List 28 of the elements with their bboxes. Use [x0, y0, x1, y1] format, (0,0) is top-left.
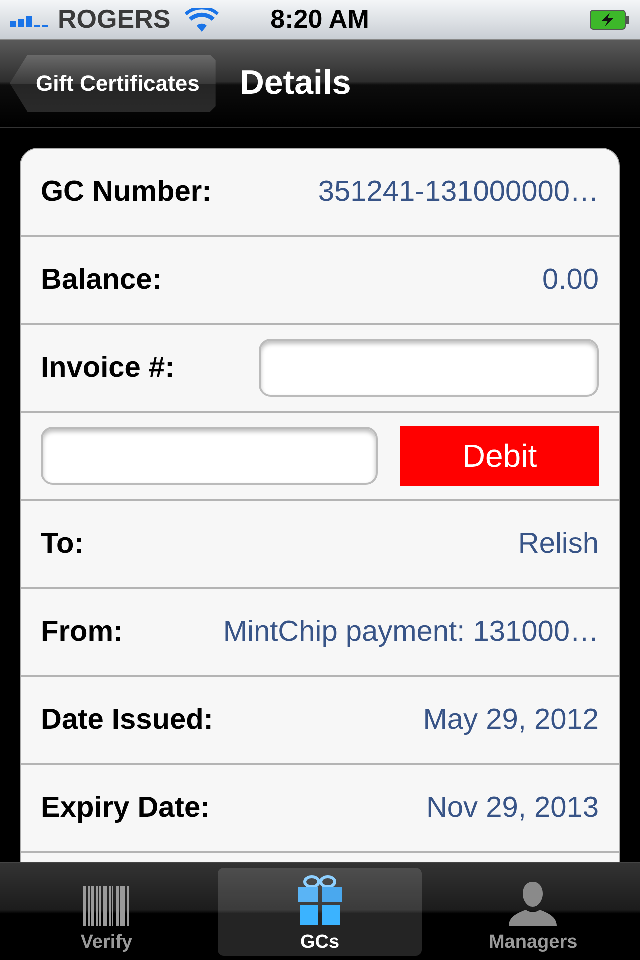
tab-item[interactable]: Managers [431, 868, 636, 956]
field-label: Invoice #: [41, 352, 175, 384]
field-value: Nov 29, 2013 [425, 792, 599, 824]
invoice-field[interactable] [259, 339, 599, 397]
clock-time: 8:20 AM [270, 4, 370, 35]
back-button[interactable]: Gift Certificates [10, 54, 216, 112]
tab-item[interactable]: GCs [218, 868, 422, 956]
field-value: May 29, 2012 [422, 704, 599, 736]
carrier-name: ROGERS [58, 4, 171, 35]
wifi-icon [184, 8, 219, 32]
battery-icon [590, 10, 630, 30]
field-value: MintChip payment: 131000… [222, 616, 599, 648]
person-icon [509, 882, 558, 926]
amount-field[interactable] [41, 427, 378, 485]
field-label: Expiry Date: [41, 792, 210, 824]
field-value: Relish [517, 528, 599, 560]
field-label: From: [41, 616, 124, 648]
tab-item[interactable]: Verify [4, 868, 209, 956]
debit-button[interactable]: Debit [400, 426, 599, 486]
gift-icon [296, 874, 343, 926]
field-label: To: [41, 528, 84, 560]
screen-title: Details [240, 64, 352, 103]
field-value: 351241-131000000… [317, 176, 599, 208]
field-value: 0.00 [542, 264, 599, 296]
field-label: GC Number: [41, 176, 212, 208]
field-label: Balance: [41, 264, 162, 296]
field-label: Date Issued: [41, 704, 214, 736]
barcode-icon [82, 886, 131, 926]
